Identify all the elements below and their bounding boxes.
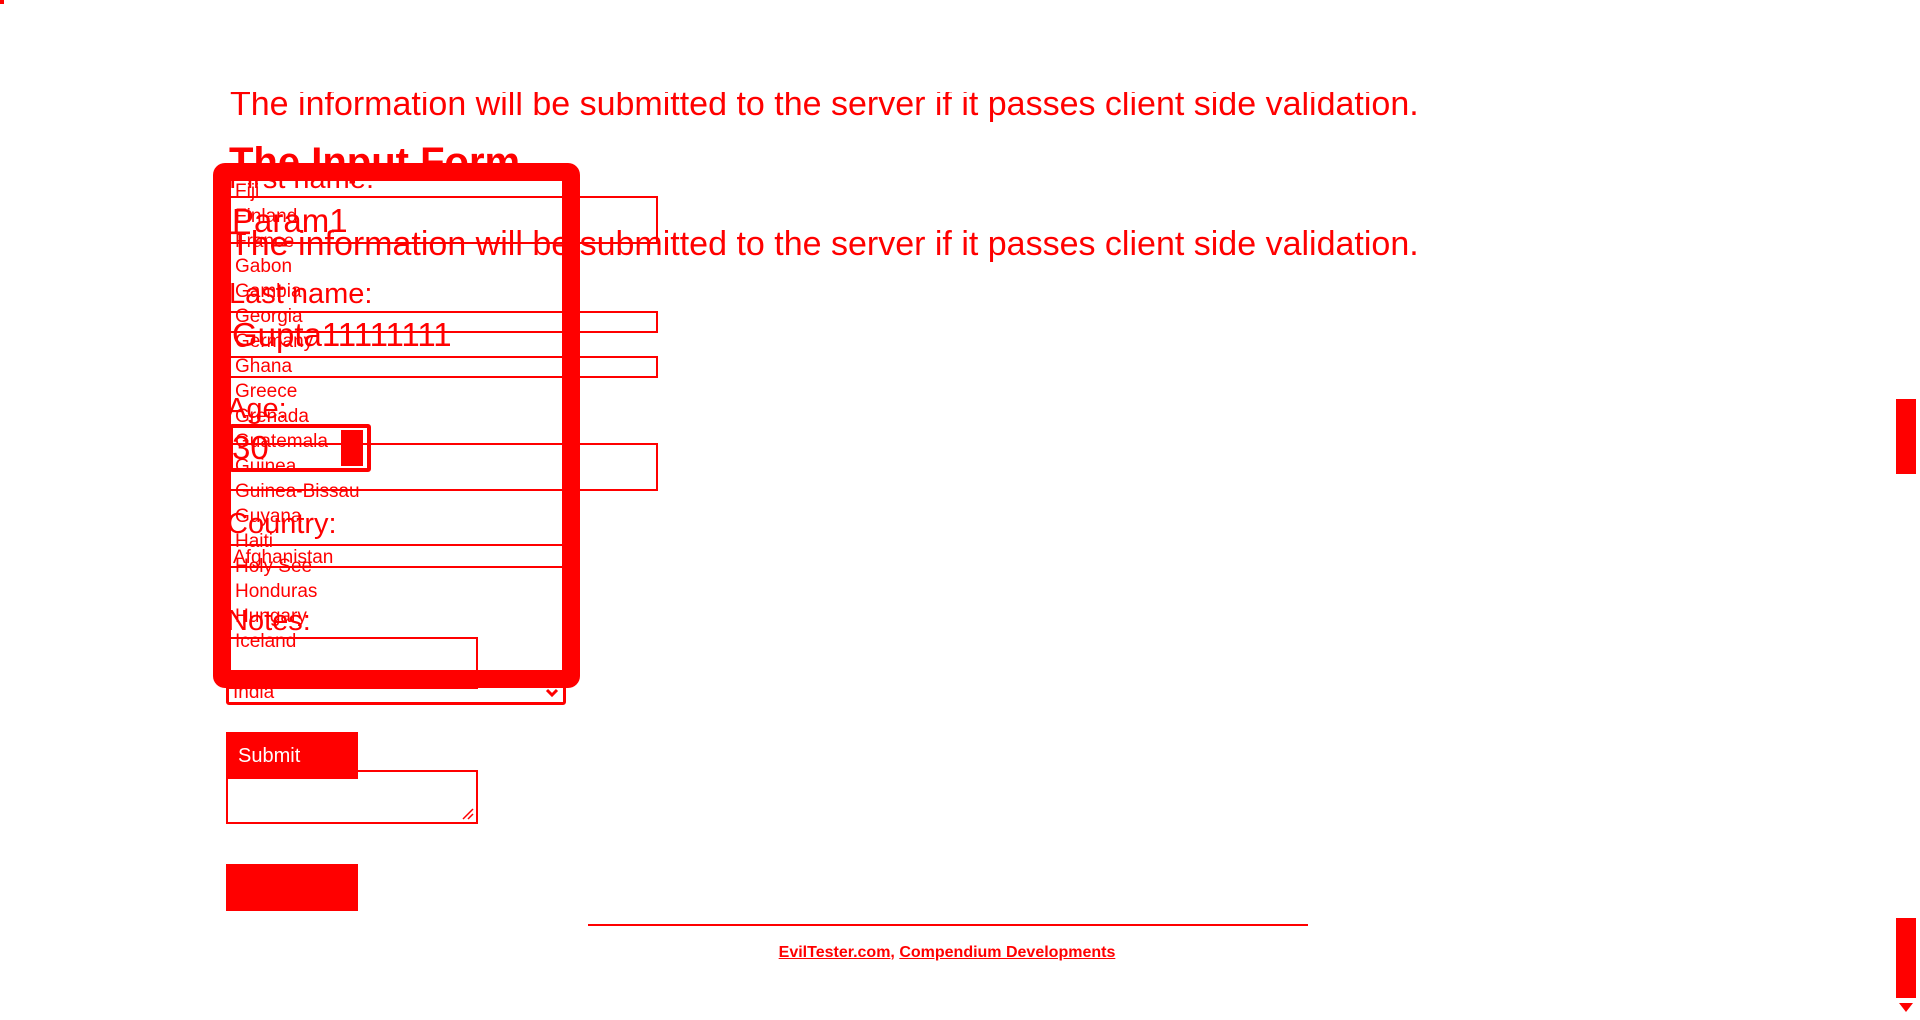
country-option[interactable]: Guinea-Bissau (235, 481, 360, 503)
country-option[interactable]: France (235, 231, 294, 253)
country-dropdown-popup[interactable]: Fiji Finland France Gabon Gambia Georgia… (213, 163, 580, 688)
country-option[interactable]: Greece (235, 381, 297, 403)
scrollbar-thumb[interactable] (1896, 399, 1916, 474)
arrow-down-icon[interactable] (1899, 1003, 1913, 1012)
footer-divider (588, 924, 1308, 926)
country-option[interactable]: Holy See (235, 556, 312, 578)
country-option-selected[interactable]: India (235, 656, 276, 670)
country-option[interactable]: Ghana (235, 356, 292, 378)
footer-link-eviltester[interactable]: EvilTester.com (779, 944, 891, 961)
country-option[interactable]: Finland (235, 206, 297, 228)
country-option[interactable]: Germany (235, 331, 313, 353)
corner-artifact (0, 0, 4, 4)
submit-button-ghost: Submit (226, 732, 358, 779)
country-options-list[interactable]: Fiji Finland France Gabon Gambia Georgia… (231, 181, 562, 670)
footer-link-compendium[interactable]: Compendium Developments (899, 944, 1115, 961)
country-option[interactable]: Haiti (235, 531, 273, 553)
submit-button[interactable]: Submit (226, 864, 358, 911)
footer: EvilTester.com, Compendium Developments (0, 943, 1894, 963)
country-option[interactable]: Grenada (235, 406, 309, 428)
country-option[interactable]: Guatemala (235, 431, 328, 453)
chevron-down-icon (545, 688, 559, 698)
country-option[interactable]: Gabon (235, 256, 292, 278)
resize-grip-icon[interactable] (460, 806, 474, 820)
country-option[interactable]: Guyana (235, 506, 302, 528)
country-option[interactable]: Honduras (235, 581, 317, 603)
country-option[interactable]: Gambia (235, 281, 302, 303)
country-option[interactable]: Guinea (235, 456, 296, 478)
country-option[interactable]: Hungary (235, 606, 307, 628)
country-option[interactable]: Georgia (235, 306, 303, 328)
scrollbar-thumb-lower[interactable] (1896, 918, 1916, 998)
country-option[interactable]: Iceland (235, 631, 296, 653)
country-option[interactable]: Fiji (235, 181, 259, 203)
page-description-ghost: The information will be submitted to the… (230, 92, 1419, 123)
footer-separator: , (890, 944, 900, 961)
